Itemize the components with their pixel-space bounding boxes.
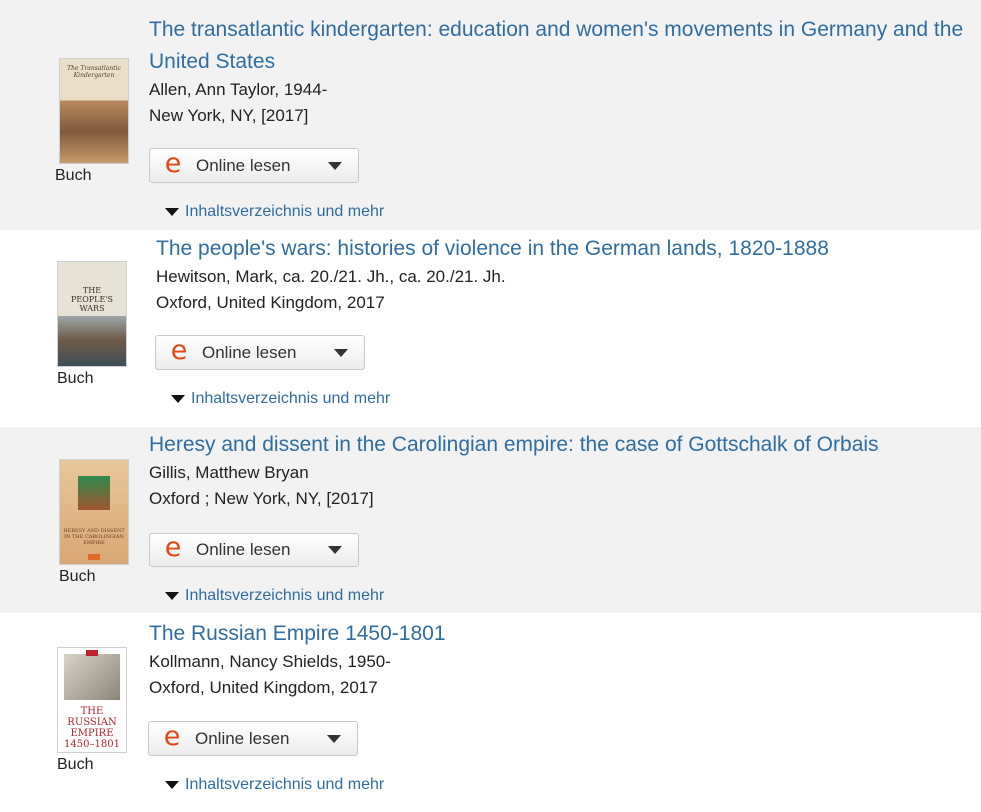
author: Kollmann, Nancy Shields, 1950- — [149, 652, 391, 671]
author: Allen, Ann Taylor, 1944- — [149, 80, 328, 99]
e-book-icon: e — [163, 720, 181, 752]
online-read-label: Online lesen — [196, 155, 291, 175]
result-item: HERESY AND DISSENT IN THE CAROLINGIAN EM… — [0, 427, 981, 613]
cover-publisher-mark — [88, 554, 100, 560]
format-label: Buch — [57, 370, 94, 387]
result-item: THE PEOPLE'S WARS Buch The people's wars… — [0, 230, 981, 427]
online-read-label: Online lesen — [195, 728, 290, 748]
result-info: The Russian Empire 1450-1801 Kollmann, N… — [149, 618, 969, 701]
toc-toggle-link[interactable]: Inhaltsverzeichnis und mehr — [165, 776, 384, 794]
caret-down-icon — [165, 781, 179, 789]
online-read-label: Online lesen — [196, 540, 291, 559]
toc-label: Inhaltsverzeichnis und mehr — [185, 776, 385, 793]
author: Hewitson, Mark, ca. 20./21. Jh., ca. 20.… — [156, 267, 506, 286]
toc-label: Inhaltsverzeichnis und mehr — [185, 203, 385, 220]
result-title-link[interactable]: The people's wars: histories of violence… — [156, 233, 966, 265]
chevron-down-icon — [334, 348, 348, 357]
imprint: Oxford, United Kingdom, 2017 — [156, 293, 385, 312]
author: Gillis, Matthew Bryan — [149, 463, 309, 482]
book-cover-image[interactable]: HERESY AND DISSENT IN THE CAROLINGIAN EM… — [60, 460, 128, 564]
caret-down-icon — [165, 592, 179, 600]
caret-down-icon — [171, 395, 185, 403]
format-label: Buch — [57, 756, 94, 773]
e-book-icon: e — [164, 147, 182, 179]
cover-illustration — [78, 476, 110, 510]
result-info: The people's wars: histories of violence… — [156, 233, 966, 316]
cover-column: The Transatlantic Kindergarten Buch — [54, 59, 134, 185]
format-label: Buch — [59, 568, 96, 585]
cover-text: HERESY AND DISSENT IN THE CAROLINGIAN EM… — [63, 528, 125, 546]
book-cover-image[interactable]: The Transatlantic Kindergarten — [60, 59, 128, 163]
cover-text: THE RUSSIAN EMPIRE 1450–1801 — [64, 706, 120, 750]
e-book-icon: e — [164, 532, 182, 563]
caret-down-icon — [165, 208, 179, 216]
book-cover-image[interactable]: THE RUSSIAN EMPIRE 1450–1801 — [58, 648, 126, 752]
cover-column: THE RUSSIAN EMPIRE 1450–1801 Buch — [52, 648, 132, 774]
result-info: Heresy and dissent in the Carolingian em… — [149, 429, 969, 512]
online-read-button[interactable]: e Online lesen — [149, 148, 359, 183]
online-read-button[interactable]: e Online lesen — [155, 335, 365, 370]
online-read-button[interactable]: e Online lesen — [149, 533, 359, 567]
imprint: Oxford ; New York, NY, [2017] — [149, 489, 374, 508]
result-item: The Transatlantic Kindergarten Buch The … — [0, 0, 981, 230]
chevron-down-icon — [328, 161, 342, 170]
online-read-button[interactable]: e Online lesen — [148, 721, 358, 756]
chevron-down-icon — [328, 546, 342, 554]
result-title-link[interactable]: The Russian Empire 1450-1801 — [149, 618, 969, 650]
online-read-label: Online lesen — [202, 342, 297, 362]
cover-column: THE PEOPLE'S WARS Buch — [52, 262, 132, 388]
format-label: Buch — [55, 167, 92, 184]
toc-toggle-link[interactable]: Inhaltsverzeichnis und mehr — [171, 390, 390, 408]
toc-toggle-link[interactable]: Inhaltsverzeichnis und mehr — [165, 203, 384, 221]
chevron-down-icon — [327, 734, 341, 743]
e-book-icon: e — [170, 334, 188, 366]
cover-publisher-mark — [86, 650, 98, 656]
toc-label: Inhaltsverzeichnis und mehr — [185, 587, 385, 604]
result-info: The transatlantic kindergarten: educatio… — [149, 14, 969, 129]
result-title-link[interactable]: Heresy and dissent in the Carolingian em… — [149, 429, 969, 461]
cover-column: HERESY AND DISSENT IN THE CAROLINGIAN EM… — [54, 460, 134, 586]
result-item: THE RUSSIAN EMPIRE 1450–1801 Buch The Ru… — [0, 613, 981, 812]
result-title-link[interactable]: The transatlantic kindergarten: educatio… — [149, 14, 969, 78]
imprint: New York, NY, [2017] — [149, 106, 309, 125]
toc-label: Inhaltsverzeichnis und mehr — [191, 390, 391, 407]
cover-illustration — [64, 654, 120, 700]
imprint: Oxford, United Kingdom, 2017 — [149, 678, 378, 697]
toc-toggle-link[interactable]: Inhaltsverzeichnis und mehr — [165, 587, 384, 605]
book-cover-image[interactable]: THE PEOPLE'S WARS — [58, 262, 126, 366]
cover-text: THE PEOPLE'S WARS — [71, 286, 113, 313]
cover-text: The Transatlantic Kindergarten — [67, 65, 121, 79]
